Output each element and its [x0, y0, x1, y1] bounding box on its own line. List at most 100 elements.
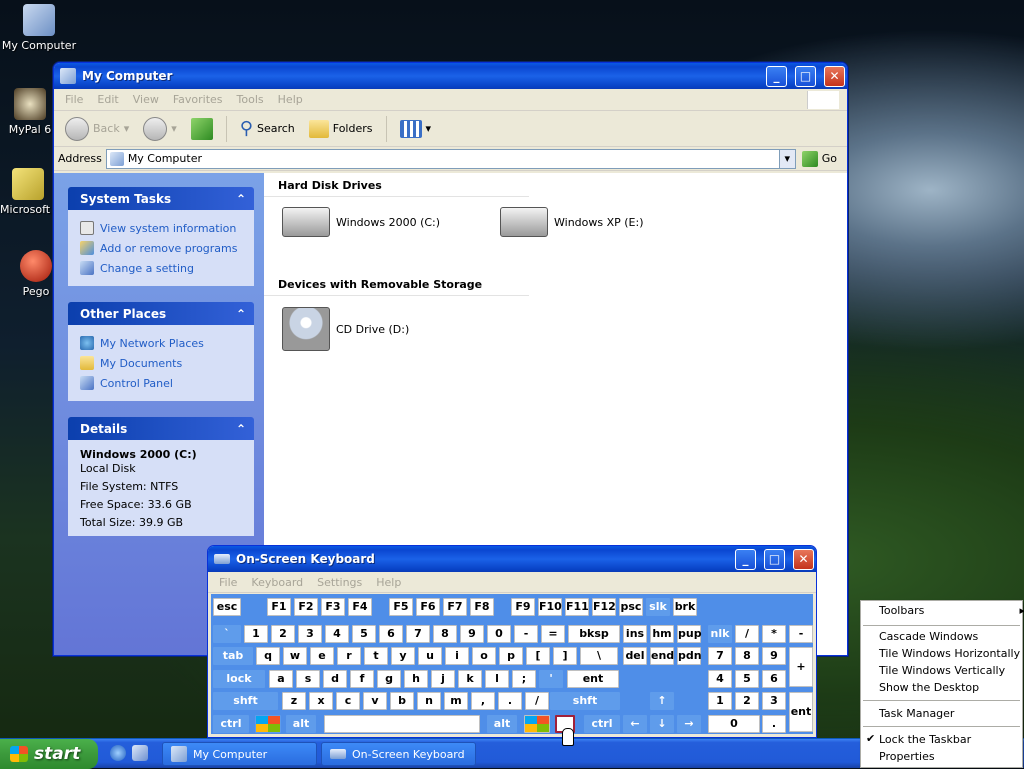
key-r6-8[interactable]: .	[762, 715, 786, 733]
key-r5-6[interactable]: n	[417, 692, 441, 710]
desktop-icon-mypal[interactable]: MyPal 6	[0, 88, 60, 136]
search-button[interactable]: ⚲ Search	[235, 116, 300, 141]
key-r4-5[interactable]: g	[377, 670, 401, 688]
key-r6-2[interactable]: alt	[487, 715, 517, 733]
key-r1-10[interactable]: F10	[538, 598, 562, 616]
menu-item-toolbars[interactable]: Toolbars ▸	[879, 603, 1024, 619]
collapse-icon[interactable]: ⌃	[236, 307, 246, 321]
key-r1-14[interactable]: slk	[646, 598, 670, 616]
key-r2-18[interactable]: /	[735, 625, 759, 643]
key-r3-17[interactable]: 7	[708, 647, 732, 665]
key-r2-6[interactable]: 6	[379, 625, 403, 643]
key-r5-11[interactable]: shft	[550, 692, 620, 710]
key-r1-6[interactable]: F6	[416, 598, 440, 616]
key-r3-7[interactable]: u	[418, 647, 442, 665]
key-r4-4[interactable]: f	[350, 670, 374, 688]
key-r2-0[interactable]: `	[213, 625, 241, 643]
menu-item-properties[interactable]: Properties	[879, 749, 935, 765]
address-dropdown-button[interactable]: ▾	[778, 149, 795, 168]
key-r4-1[interactable]: a	[269, 670, 293, 688]
osk-menu-help[interactable]: Help	[369, 576, 408, 589]
task-link-change-setting[interactable]: Change a setting	[80, 258, 242, 278]
menu-favorites[interactable]: Favorites	[166, 93, 230, 106]
details-header[interactable]: Details ⌃	[68, 417, 254, 440]
back-button[interactable]: Back ▾	[60, 115, 134, 143]
menu-item-lock-taskbar[interactable]: Lock the Taskbar	[879, 732, 971, 748]
place-link-control-panel[interactable]: Control Panel	[80, 373, 242, 393]
key-r2-8[interactable]: 8	[433, 625, 457, 643]
key-r3-11[interactable]: [	[526, 647, 550, 665]
key-r1-4[interactable]: F4	[348, 598, 372, 616]
key-r5-0[interactable]: shft	[213, 692, 278, 710]
close-button[interactable]: ✕	[793, 548, 814, 570]
system-tasks-header[interactable]: System Tasks ⌃	[68, 187, 254, 210]
key-r5-8[interactable]: ,	[471, 692, 495, 710]
key-r4-10[interactable]: ;	[512, 670, 536, 688]
key-r2-13[interactable]: bksp	[568, 625, 620, 643]
minimize-button[interactable]: _	[766, 65, 787, 87]
key-r3-19[interactable]: 9	[762, 647, 786, 665]
key-r3-12[interactable]: ]	[553, 647, 577, 665]
up-folder-button[interactable]	[186, 116, 218, 142]
key-r2-19[interactable]: *	[762, 625, 786, 643]
collapse-icon[interactable]: ⌃	[236, 192, 246, 206]
key-r2-2[interactable]: 2	[271, 625, 295, 643]
key-r1-13[interactable]: psc	[619, 598, 643, 616]
key-r4-3[interactable]: d	[323, 670, 347, 688]
key-r2-12[interactable]: =	[541, 625, 565, 643]
key-r5-12[interactable]: ↑	[650, 692, 674, 710]
key-r2-4[interactable]: 4	[325, 625, 349, 643]
key-r3-18[interactable]: 8	[735, 647, 759, 665]
key-r3-4[interactable]: r	[337, 647, 361, 665]
views-button[interactable]: ▾	[395, 118, 437, 140]
key-r3-10[interactable]: p	[499, 647, 523, 665]
menu-item-show-desktop[interactable]: Show the Desktop	[879, 680, 979, 696]
key-r2-11[interactable]: -	[514, 625, 538, 643]
key-r3-5[interactable]: t	[364, 647, 388, 665]
key-r2-15[interactable]: hm	[650, 625, 674, 643]
menu-item-task-manager[interactable]: Task Manager	[879, 706, 954, 722]
key-r3-16[interactable]: pdn	[677, 647, 702, 665]
show-desktop-icon[interactable]	[132, 745, 148, 761]
start-button[interactable]: start	[0, 739, 98, 769]
key-r3-13[interactable]: \	[580, 647, 618, 665]
key-r6-3[interactable]: ctrl	[584, 715, 620, 733]
key-r3-14[interactable]: del	[623, 647, 647, 665]
menu-view[interactable]: View	[126, 93, 166, 106]
key-r1-0[interactable]: esc	[213, 598, 241, 616]
key-r3-20[interactable]: +	[789, 647, 813, 687]
key-r5-5[interactable]: b	[390, 692, 414, 710]
key-r3-2[interactable]: w	[283, 647, 307, 665]
go-button[interactable]: Go	[800, 150, 843, 167]
key-r6-4[interactable]: ←	[623, 715, 647, 733]
key-r4-14[interactable]: 5	[735, 670, 759, 688]
key-r2-5[interactable]: 5	[352, 625, 376, 643]
close-button[interactable]: ✕	[824, 65, 845, 87]
key-r4-13[interactable]: 4	[708, 670, 732, 688]
menu-edit[interactable]: Edit	[90, 93, 125, 106]
maximize-button[interactable]: □	[764, 548, 785, 570]
key-r5-13[interactable]: 1	[708, 692, 732, 710]
folders-button[interactable]: Folders	[304, 118, 378, 140]
key-r2-14[interactable]: ins	[623, 625, 647, 643]
key-r1-9[interactable]: F9	[511, 598, 535, 616]
osk-titlebar[interactable]: On-Screen Keyboard _ □ ✕	[208, 546, 816, 572]
menu-help[interactable]: Help	[271, 93, 310, 106]
key-r5-2[interactable]: x	[309, 692, 333, 710]
menu-tools[interactable]: Tools	[230, 93, 271, 106]
drive-e[interactable]: Windows XP (E:)	[500, 207, 644, 237]
drive-c[interactable]: Windows 2000 (C:)	[282, 207, 440, 237]
collapse-icon[interactable]: ⌃	[236, 422, 246, 436]
key-r3-8[interactable]: i	[445, 647, 469, 665]
key-r3-1[interactable]: q	[256, 647, 280, 665]
key-r4-9[interactable]: l	[485, 670, 509, 688]
key-r5-1[interactable]: z	[282, 692, 306, 710]
key-r1-2[interactable]: F2	[294, 598, 318, 616]
key-r2-9[interactable]: 9	[460, 625, 484, 643]
key-r1-3[interactable]: F3	[321, 598, 345, 616]
key-r5-14[interactable]: 2	[735, 692, 759, 710]
key-r1-11[interactable]: F11	[565, 598, 589, 616]
key-r4-11[interactable]: '	[539, 670, 563, 688]
key-r3-0[interactable]: tab	[213, 647, 253, 665]
key-r5-10[interactable]: /	[525, 692, 549, 710]
